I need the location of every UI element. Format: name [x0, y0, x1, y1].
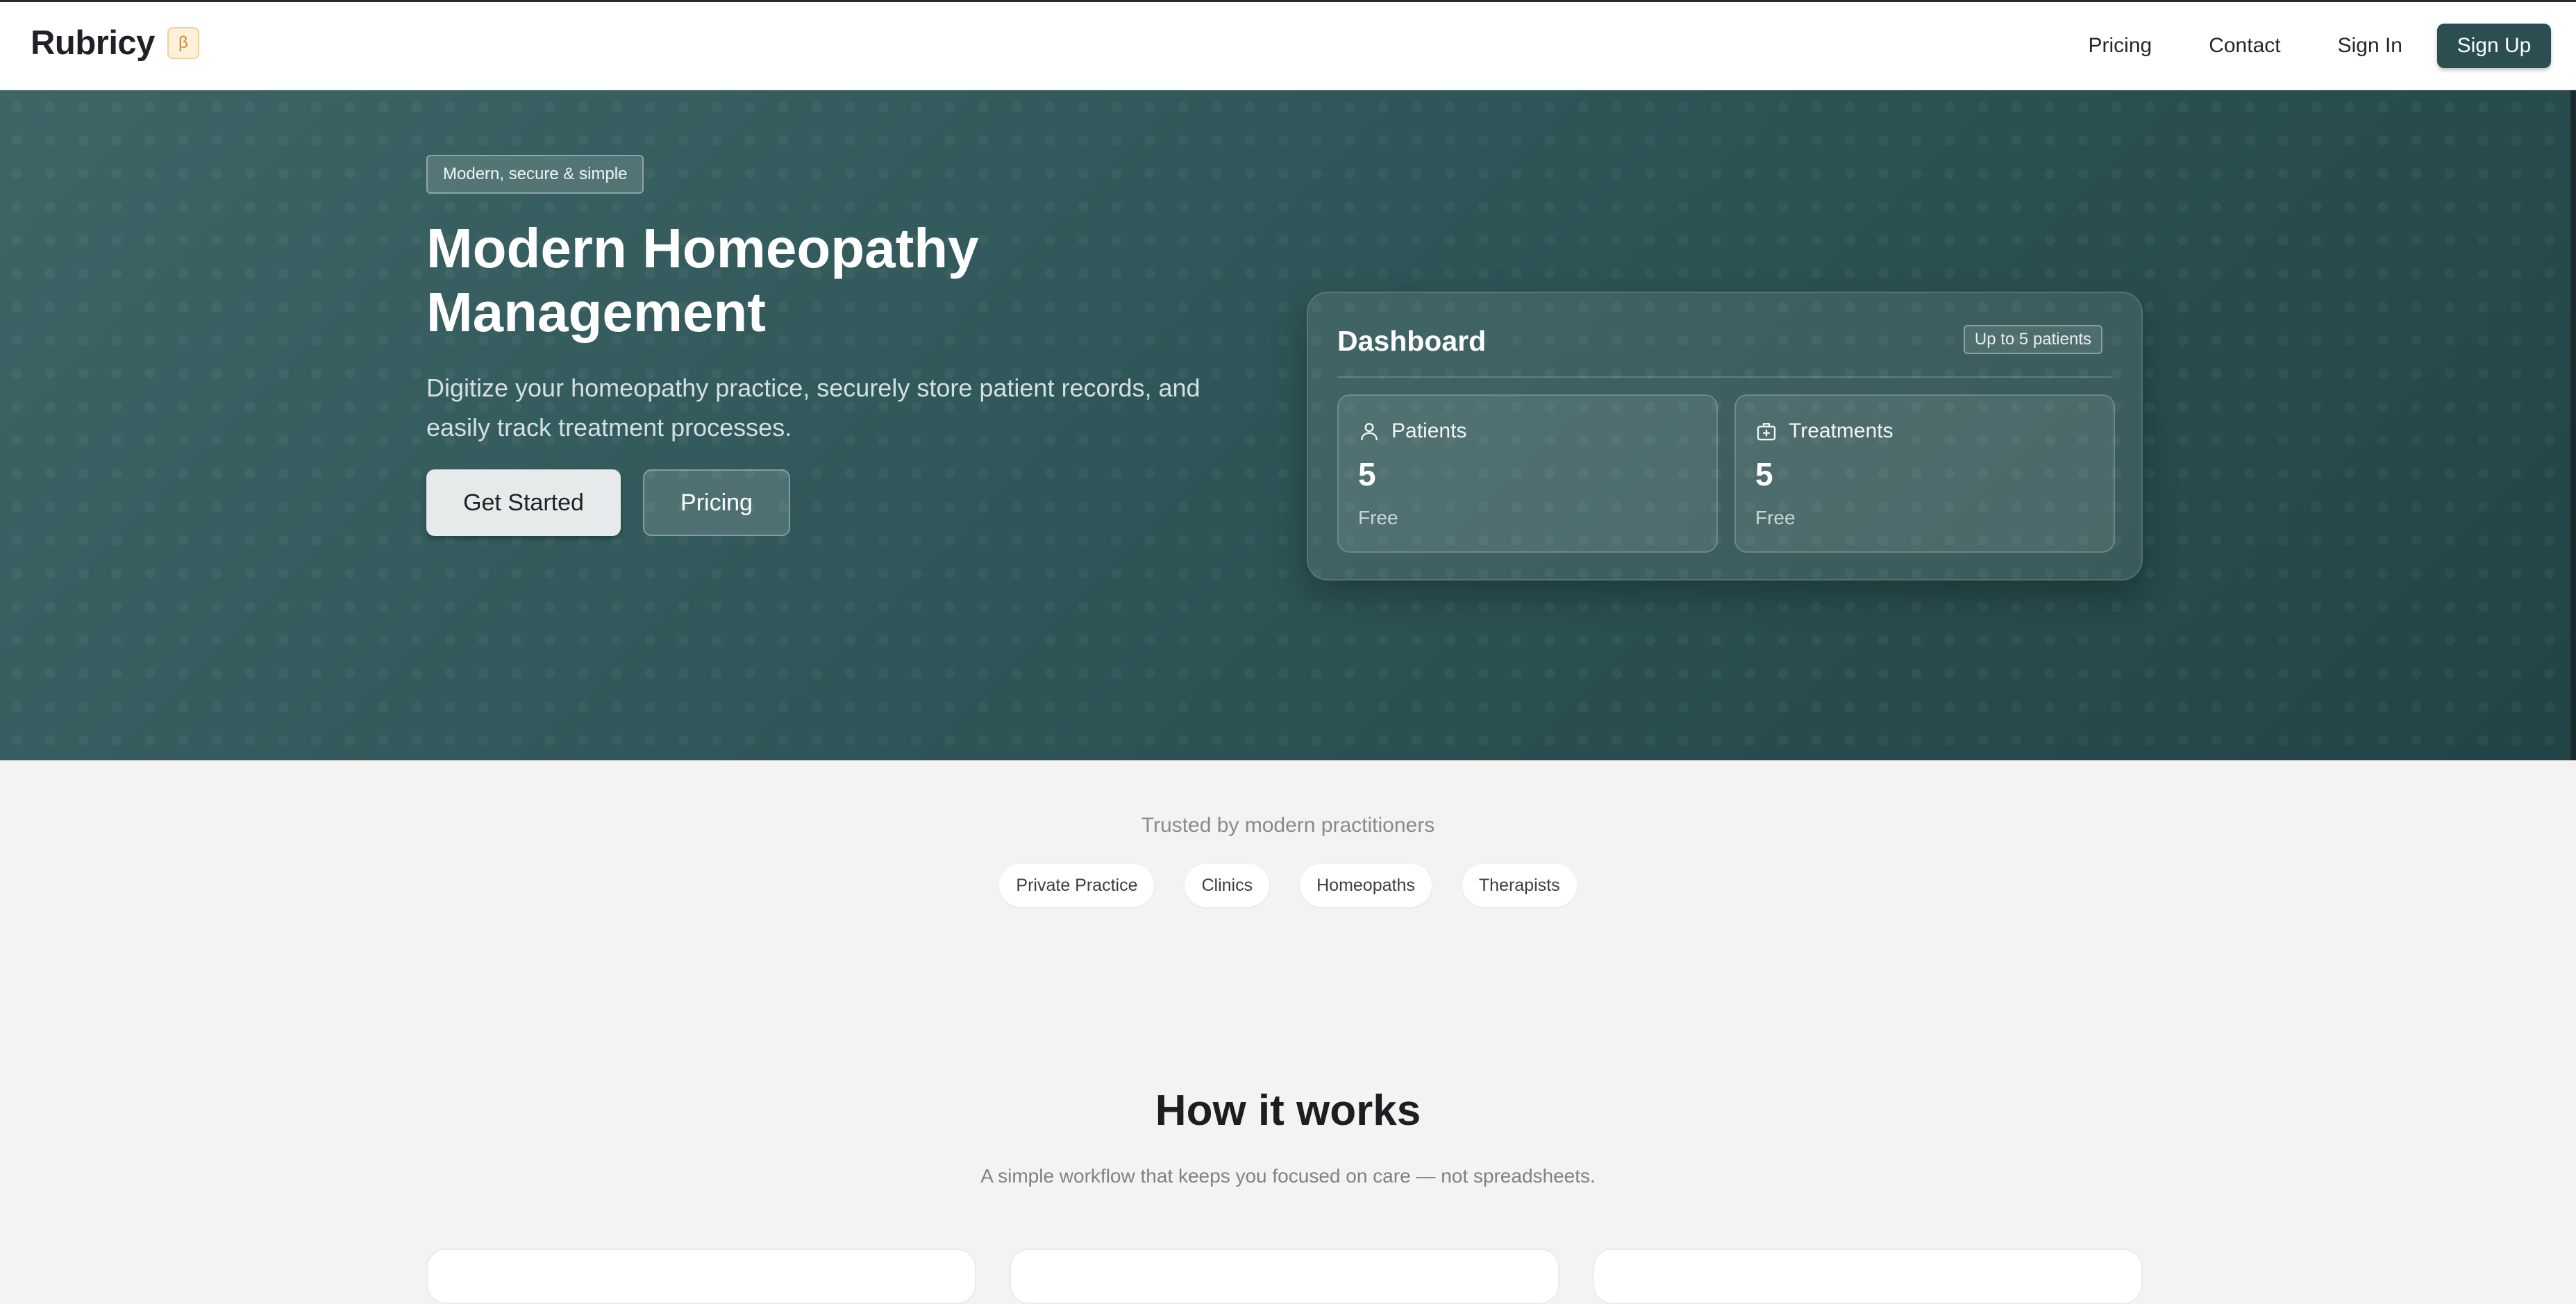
step-card	[426, 1248, 976, 1304]
hero-pricing-button[interactable]: Pricing	[643, 469, 790, 536]
hero-section	[0, 90, 2576, 760]
nav-link-pricing[interactable]: Pricing	[2089, 34, 2152, 58]
hero-title: Modern Homeopathy Management	[426, 217, 979, 343]
beta-badge: β	[167, 27, 199, 59]
chip-clinics: Clinics	[1185, 864, 1270, 907]
patients-stat-card: Patients 5 Free	[1337, 394, 1718, 553]
stat-plan: Free	[1755, 507, 1796, 528]
step-card	[1010, 1248, 1559, 1304]
step-card	[1593, 1248, 2143, 1304]
chip-therapists: Therapists	[1462, 864, 1577, 907]
dashboard-title: Dashboard	[1337, 325, 1487, 357]
user-icon	[1361, 423, 1378, 441]
stat-plan: Free	[1358, 507, 1398, 528]
stat-header: Patients	[1358, 419, 1466, 443]
patient-limit-badge: Up to 5 patients	[1963, 325, 2102, 354]
how-it-works-title: How it works	[1155, 1087, 1421, 1135]
treatments-stat-card: Treatments 5 Free	[1734, 394, 2115, 553]
stat-label: Patients	[1391, 419, 1467, 442]
navbar: Rubricy β Pricing Contact Sign In Sign U…	[0, 2, 2576, 90]
stat-value: 5	[1358, 456, 1376, 492]
nav-links: Pricing Contact Sign In Sign Up	[2089, 24, 2551, 68]
how-it-works-subtitle: A simple workflow that keeps you focused…	[980, 1165, 1596, 1187]
trusted-caption: Trusted by modern practitioners	[1141, 814, 1435, 837]
hero-dot-pattern	[0, 90, 2576, 760]
hero-subtitle: Digitize your homeopathy practice, secur…	[426, 374, 1201, 442]
get-started-button[interactable]: Get Started	[426, 469, 621, 536]
nav-link-sign-in[interactable]: Sign In	[2338, 34, 2402, 58]
medical-bag-icon	[1757, 423, 1776, 441]
dashboard-divider	[1337, 376, 2112, 378]
nav-link-contact[interactable]: Contact	[2209, 34, 2280, 58]
scrollbar-track[interactable]	[2570, 90, 2576, 760]
stat-label: Treatments	[1789, 419, 1893, 442]
chip-homeopaths: Homeopaths	[1300, 864, 1432, 907]
stat-header: Treatments	[1755, 419, 1893, 443]
brand-logo-text[interactable]: Rubricy	[31, 24, 155, 62]
sign-up-button[interactable]: Sign Up	[2437, 24, 2551, 68]
stat-value: 5	[1755, 456, 1773, 492]
brand[interactable]: Rubricy β	[31, 24, 199, 62]
hero-badge: Modern, secure & simple	[426, 155, 644, 194]
practitioner-chips: Private Practice Clinics Homeopaths Ther…	[0, 864, 2576, 907]
dashboard-preview-card: Dashboard Up to 5 patients Patients 5 Fr…	[1307, 292, 2143, 580]
chip-private-practice: Private Practice	[999, 864, 1155, 907]
